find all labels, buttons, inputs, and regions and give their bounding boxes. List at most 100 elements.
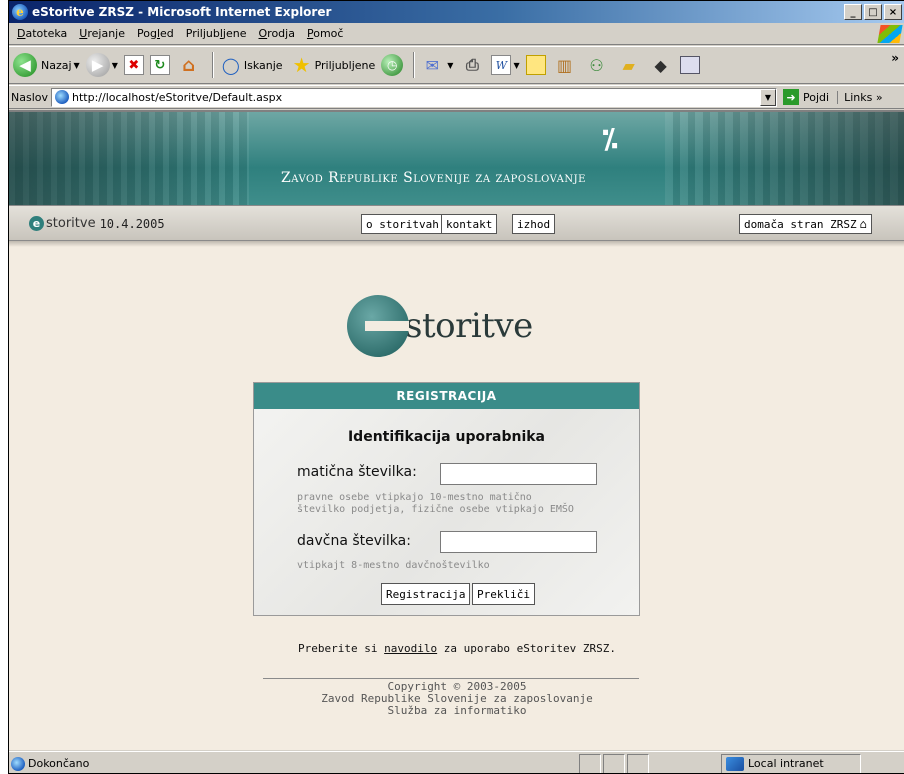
- nav-contact-button[interactable]: kontakt: [441, 214, 498, 234]
- folder-button[interactable]: ▰: [616, 52, 642, 78]
- favorites-button[interactable]: ★ Priljubljene: [289, 52, 376, 78]
- reg-number-hint: pravne osebe vtipkajo 10-mestno matično …: [297, 492, 617, 516]
- home-button[interactable]: ⌂: [176, 52, 202, 78]
- registration-form: REGISTRACIJA Identifikacija uporabnika m…: [253, 382, 640, 616]
- banner-photo-left: [9, 112, 249, 205]
- instructions-link[interactable]: navodilo: [384, 642, 437, 655]
- nav-home-button[interactable]: domača stran ZRSZ ⌂: [739, 214, 872, 234]
- address-url: http://localhost/eStoritve/Default.aspx: [72, 90, 283, 104]
- dropdown-arrow-icon[interactable]: ▼: [112, 61, 118, 70]
- stop-icon: ✖: [123, 55, 144, 75]
- search-icon: ◯: [221, 55, 240, 75]
- menu-urejanje[interactable]: Urejanje: [73, 27, 131, 40]
- close-button[interactable]: ×: [884, 4, 902, 20]
- address-dropdown-icon[interactable]: ▼: [760, 88, 776, 106]
- forward-arrow-icon: ▶: [85, 53, 110, 77]
- tax-number-input[interactable]: [440, 531, 597, 553]
- page-viewport: ⁒ Zavod Republike Slovenije za zaposlova…: [9, 110, 904, 750]
- status-text-area: Dokončano: [9, 756, 579, 771]
- disc-icon: ◆: [654, 55, 667, 75]
- footer-dept: Služba za informatiko: [387, 704, 527, 717]
- home-house-icon: ⌂: [859, 217, 867, 231]
- refresh-button[interactable]: ↻: [149, 55, 170, 75]
- browser-window: e eStoritve ZRSZ - Microsoft Internet Ex…: [8, 0, 904, 774]
- menu-pogled[interactable]: Pogled: [131, 27, 180, 40]
- minimize-button[interactable]: _: [844, 4, 862, 20]
- page-done-icon: [11, 756, 25, 771]
- ie-logo-icon: e: [12, 4, 28, 20]
- go-label: Pojdi: [803, 90, 830, 104]
- links-toolbar[interactable]: Links »: [837, 90, 883, 104]
- tax-number-hint: vtipkajt 8-mestno davčnoštevilko: [297, 560, 490, 571]
- screen-icon: [679, 56, 700, 74]
- menu-datoteka[interactable]: Datoteka: [11, 27, 73, 40]
- people-icon: ⚇: [589, 55, 604, 75]
- toolbar-separator: [413, 52, 416, 78]
- history-button[interactable]: ◷: [381, 54, 404, 76]
- stop-button[interactable]: ✖: [123, 55, 144, 75]
- page-footer: Copyright © 2003-2005 Zavod Republike Sl…: [9, 681, 904, 717]
- toolbar-separator: [211, 52, 214, 78]
- nav-about-button[interactable]: o storitvah: [361, 214, 444, 234]
- menu-bar: Datoteka Urejanje Pogled Priljubljene Or…: [9, 23, 904, 45]
- folder-icon: ▰: [622, 55, 635, 75]
- toolbar-overflow-chevron[interactable]: »: [891, 51, 899, 65]
- back-button[interactable]: ◀ Nazaj ▼: [13, 53, 80, 77]
- window-controls: _ □ ×: [844, 4, 902, 20]
- links-chevron: »: [875, 90, 883, 104]
- nav-home-label: domača stran ZRSZ: [744, 217, 857, 231]
- back-arrow-icon: ◀: [13, 53, 37, 77]
- status-text: Dokončano: [28, 757, 90, 770]
- dropdown-arrow-icon[interactable]: ▼: [74, 61, 80, 70]
- back-label: Nazaj: [41, 58, 72, 72]
- maximize-button[interactable]: □: [864, 4, 882, 20]
- search-button[interactable]: ◯ Iskanje: [218, 52, 283, 78]
- edit-button[interactable]: W ▼: [491, 55, 520, 75]
- windows-logo-icon: [877, 25, 903, 43]
- zone-label: Local intranet: [748, 757, 824, 770]
- word-icon: W: [491, 55, 512, 75]
- forward-button[interactable]: ▶ ▼: [85, 53, 118, 77]
- address-label: Naslov: [11, 90, 48, 104]
- nav-exit-button[interactable]: izhod: [512, 214, 556, 234]
- registration-subtitle: Identifikacija uporabnika: [347, 429, 546, 445]
- history-icon: ◷: [381, 54, 404, 76]
- books-icon: ▥: [557, 55, 573, 75]
- search-label: Iskanje: [243, 58, 283, 72]
- reg-number-hint-line1: pravne osebe vtipkajo 10-mestno matično: [297, 492, 532, 503]
- reg-number-input[interactable]: [440, 463, 597, 485]
- window-title: eStoritve ZRSZ - Microsoft Internet Expl…: [32, 5, 332, 19]
- favorites-label: Priljubljene: [314, 58, 376, 72]
- site-navbar: e storitve 10.4.2005 o storitvah kontakt…: [9, 205, 904, 241]
- star-icon: ★: [292, 53, 311, 77]
- menu-orodja[interactable]: Orodja: [253, 27, 301, 40]
- disc-button[interactable]: ◆: [648, 52, 674, 78]
- nav-date: 10.4.2005: [99, 216, 165, 231]
- mail-button[interactable]: ✉ ▼: [419, 52, 454, 78]
- refresh-icon: ↻: [149, 55, 170, 75]
- registration-header: REGISTRACIJA: [254, 383, 639, 409]
- instructions-suffix: za uporabo eStoritev ZRSZ.: [443, 642, 616, 655]
- menu-priljubljene[interactable]: Priljubljene: [180, 27, 253, 40]
- note-button[interactable]: [525, 55, 546, 75]
- dropdown-arrow-icon[interactable]: ▼: [447, 61, 453, 70]
- address-input[interactable]: http://localhost/eStoritve/Default.aspx …: [51, 87, 777, 107]
- status-bar: Dokončano Local intranet: [9, 751, 904, 773]
- dropdown-arrow-icon[interactable]: ▼: [513, 61, 519, 70]
- navbar-shadow: [9, 241, 904, 247]
- standard-toolbar: ◀ Nazaj ▼ ▶ ▼ ✖ ↻ ⌂ ◯ Iskanje ★ Priljubl…: [9, 46, 904, 84]
- cancel-button[interactable]: Prekliči: [472, 583, 535, 605]
- go-button[interactable]: ➜ Pojdi: [783, 89, 829, 105]
- status-cell: [579, 753, 601, 773]
- instructions-text: Preberite si navodilo za uporabo eStorit…: [9, 642, 904, 655]
- banner-org-name: Zavod Republike Slovenije za zaposlovanj…: [281, 170, 586, 186]
- menu-pomoc[interactable]: Pomoč: [301, 27, 349, 40]
- print-button[interactable]: ⎙: [459, 52, 485, 78]
- status-cell: [603, 753, 625, 773]
- messenger-button[interactable]: ⚇: [584, 52, 610, 78]
- register-button[interactable]: Registracija: [381, 583, 471, 605]
- estoritve-e-icon: [347, 295, 409, 357]
- screen-button[interactable]: [679, 56, 700, 74]
- research-button[interactable]: ▥: [552, 52, 578, 78]
- logo-text: storitve: [405, 306, 533, 346]
